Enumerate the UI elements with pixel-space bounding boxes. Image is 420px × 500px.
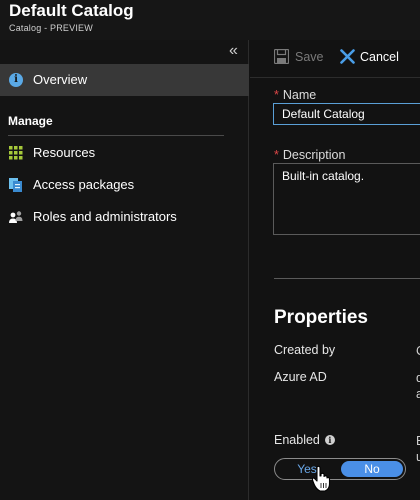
save-icon bbox=[273, 48, 290, 67]
cancel-button[interactable]: Cancel bbox=[340, 49, 399, 67]
azure-ad-value-line-1: d bbox=[416, 371, 420, 385]
sidebar-item-label: Resources bbox=[33, 145, 96, 160]
toggle-no-option[interactable]: No bbox=[341, 461, 403, 477]
info-icon[interactable]: i bbox=[324, 435, 335, 445]
cancel-label: Cancel bbox=[360, 50, 399, 64]
manage-section-heading: Manage bbox=[8, 114, 53, 128]
collapse-sidebar-icon[interactable]: « bbox=[229, 43, 238, 59]
sidebar-item-roles-and-administrators[interactable]: Roles and administrators bbox=[0, 201, 249, 233]
description-input[interactable]: Built-in catalog. bbox=[273, 163, 420, 235]
sidebar-item-resources[interactable]: Resources bbox=[0, 137, 249, 169]
enabled-value-line-2: u bbox=[416, 450, 420, 464]
azure-ad-label: Azure AD bbox=[274, 370, 327, 384]
enabled-toggle[interactable]: Yes No bbox=[274, 458, 406, 480]
required-marker: * bbox=[274, 88, 279, 102]
close-icon bbox=[340, 49, 355, 67]
page-header: Default Catalog Catalog - PREVIEW bbox=[0, 0, 420, 40]
name-field-label: * Name bbox=[274, 88, 317, 102]
sidebar-item-overview[interactable]: i Overview bbox=[0, 64, 249, 96]
page-title: Default Catalog bbox=[9, 1, 134, 20]
description-field-label: * Description bbox=[274, 148, 346, 162]
command-bar: Save Cancel bbox=[250, 40, 420, 78]
hand-pointer-cursor-icon bbox=[311, 465, 331, 492]
section-divider bbox=[274, 278, 420, 279]
page-subtitle: Catalog - PREVIEW bbox=[9, 23, 93, 33]
save-label: Save bbox=[295, 50, 324, 64]
name-input[interactable] bbox=[273, 103, 420, 125]
sidebar: « i Overview Manage Resources Access pac… bbox=[0, 40, 249, 500]
sidebar-item-label: Roles and administrators bbox=[33, 209, 177, 224]
properties-heading: Properties bbox=[274, 307, 368, 328]
save-button[interactable]: Save bbox=[273, 48, 324, 67]
sidebar-item-label: Overview bbox=[33, 72, 88, 87]
enabled-value-line-1: E bbox=[416, 433, 420, 449]
manage-divider bbox=[8, 135, 224, 136]
main-panel: Save Cancel *Name *Description Built-in … bbox=[250, 40, 420, 500]
created-by-value: C bbox=[416, 343, 420, 359]
pages-icon bbox=[9, 178, 23, 192]
created-by-label: Created by bbox=[274, 343, 336, 357]
sidebar-item-access-packages[interactable]: Access packages bbox=[0, 169, 249, 201]
people-icon bbox=[9, 210, 23, 224]
required-marker: * bbox=[274, 148, 279, 162]
sidebar-item-label: Access packages bbox=[33, 177, 135, 192]
enabled-label: Enabled i bbox=[274, 433, 335, 447]
info-icon: i bbox=[9, 73, 23, 87]
grid-icon bbox=[9, 146, 23, 160]
azure-ad-value-line-2: a bbox=[416, 387, 420, 401]
